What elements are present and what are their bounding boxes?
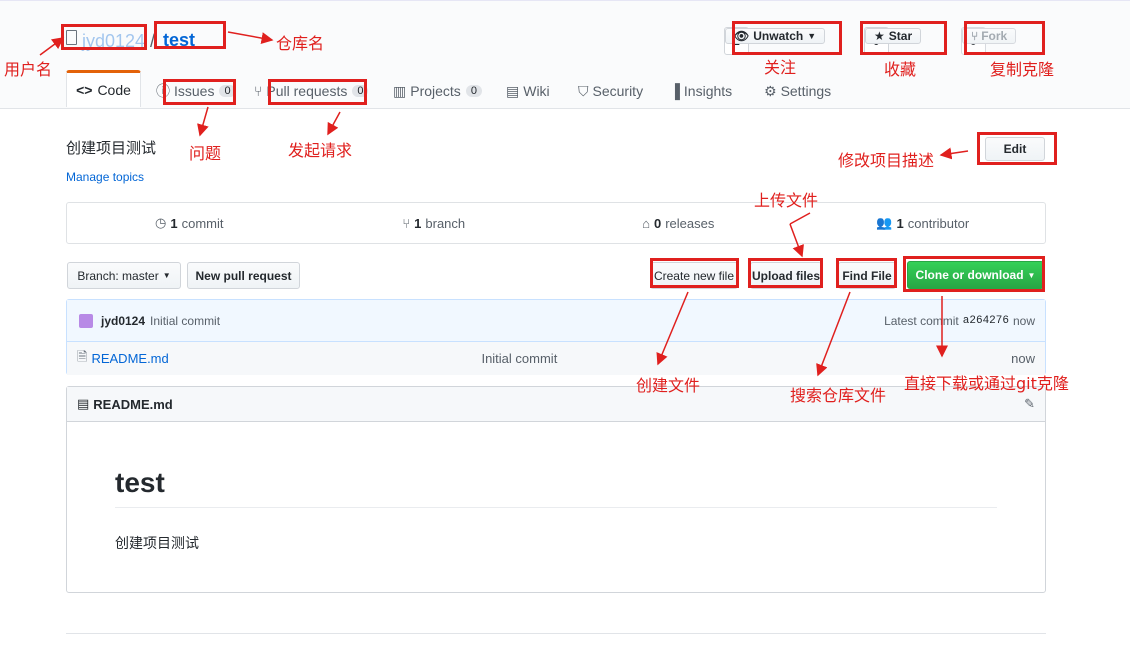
annotation-create-file: 创建文件 [636, 376, 701, 395]
annotation-edit-description: 修改项目描述 [838, 151, 935, 170]
annotation-fork: 复制克隆 [990, 60, 1055, 79]
annotation-search-file: 搜索仓库文件 [790, 386, 887, 405]
annotation-upload: 上传文件 [754, 191, 819, 210]
annotation-username: 用户名 [4, 60, 53, 79]
annotation-repo-name: 仓库名 [276, 34, 325, 53]
annotation-issues: 问题 [189, 144, 222, 163]
annotation-pull-request: 发起请求 [288, 141, 353, 160]
annotation-star: 收藏 [884, 60, 917, 79]
annotation-arrows [39, 31, 969, 377]
annotation-clone: 直接下载或通过git克隆 [904, 374, 1069, 393]
annotation-watch: 关注 [764, 58, 797, 77]
